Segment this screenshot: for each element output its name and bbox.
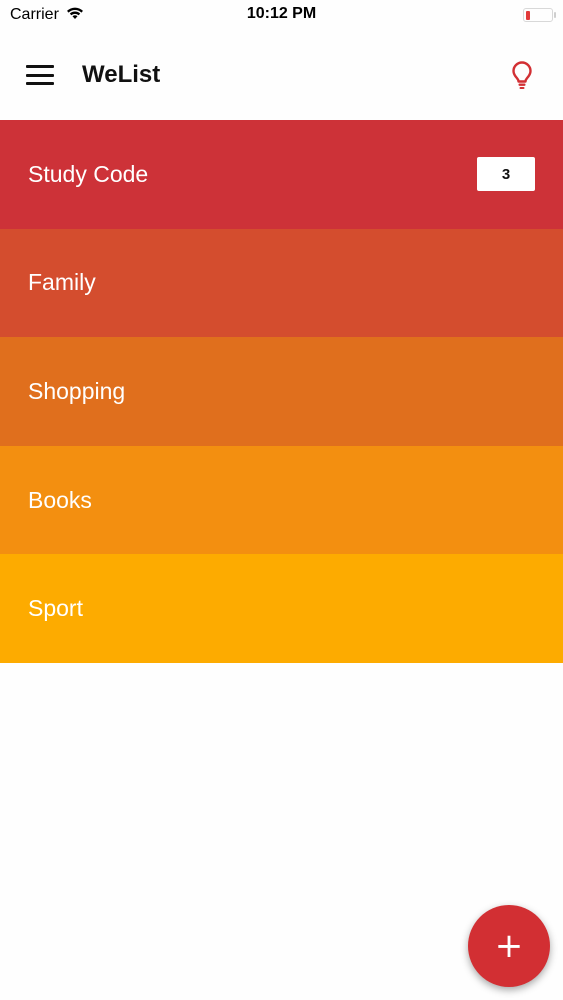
list-item-family[interactable]: Family [0,228,563,338]
count-badge: 3 [477,157,535,192]
list-item-label: Books [28,486,92,513]
lightbulb-icon[interactable] [507,59,537,91]
add-list-button[interactable]: + [468,905,550,987]
list-item-books[interactable]: Books [0,445,563,555]
list-item-shopping[interactable]: Shopping [0,337,563,446]
list-item-label: Family [28,269,96,296]
plus-icon: + [494,926,524,966]
status-bar: Carrier 10:12 PM [0,0,563,30]
status-time: 10:12 PM [246,5,317,22]
battery-icon [523,8,556,22]
list-item-label: Study Code [28,160,149,187]
list-container: Study Code 3 Family Shopping Books Sport [0,120,563,663]
page-title: WeList [82,61,161,88]
list-item-label: Shopping [28,377,126,404]
hamburger-menu-icon[interactable] [26,65,54,85]
app-bar: WeList [0,30,563,120]
battery-level-fill [525,10,530,20]
list-item-label: Sport [28,595,83,622]
list-item-study-code[interactable]: Study Code 3 [0,120,563,229]
list-item-sport[interactable]: Sport [0,554,563,663]
screen: Carrier 10:12 PM WeList Study Code 3 Fam… [0,0,563,1000]
